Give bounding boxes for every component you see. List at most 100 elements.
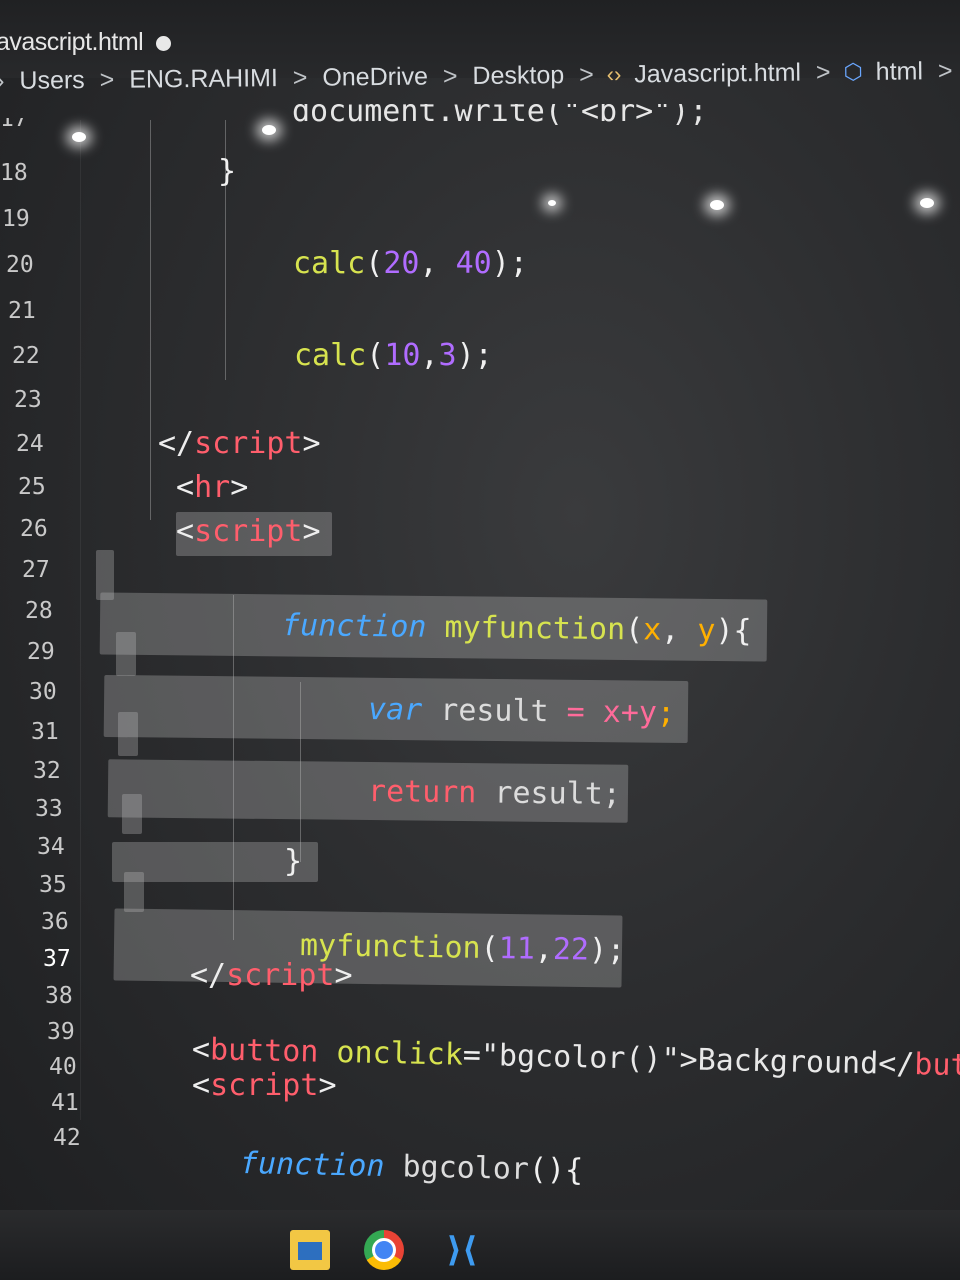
tag-bracket: < xyxy=(191,1032,211,1068)
breadcrumb-html[interactable]: html xyxy=(876,57,924,86)
line-number: 38 xyxy=(45,983,73,1009)
indent-guide xyxy=(150,120,151,520)
line-number: 42 xyxy=(53,1125,81,1151)
expression: x+y xyxy=(602,694,658,731)
keyword: return xyxy=(367,774,477,811)
taskbar: ⟩⟨ xyxy=(0,1210,960,1280)
code-line-17: document.write("<br>"); xyxy=(292,94,708,129)
number-literal: 10 xyxy=(384,338,421,373)
breadcrumb-user[interactable]: ENG.RAHIMI xyxy=(129,64,278,95)
selection-highlight xyxy=(116,632,136,676)
tag-name: hr xyxy=(194,470,231,505)
line-number: 40 xyxy=(49,1054,77,1080)
tag-bracket: </ xyxy=(190,958,227,993)
tag-name: script xyxy=(194,426,303,461)
breadcrumb-desktop[interactable]: Desktop xyxy=(472,61,564,91)
chevron-right-icon: > xyxy=(937,56,953,86)
chevron-right-icon: > xyxy=(578,60,594,89)
punctuation: ( xyxy=(366,338,385,373)
code-line-42: function bgcolor(){ xyxy=(240,1146,584,1188)
code-line-34: } xyxy=(284,844,303,879)
tag-name: button xyxy=(209,1032,319,1070)
punctuation: ); xyxy=(588,932,626,969)
tag-bracket: > xyxy=(230,470,249,505)
punctuation: ; xyxy=(656,695,676,731)
line-number: 21 xyxy=(8,298,36,324)
unsaved-dot-icon[interactable] xyxy=(156,36,171,51)
line-number: 35 xyxy=(39,872,67,898)
operator: = xyxy=(566,694,585,730)
code-editor[interactable]: 17 18 19 20 21 22 23 24 25 26 27 28 29 3… xyxy=(0,100,960,1210)
chevron-right-icon: > xyxy=(99,65,115,94)
punctuation: , xyxy=(420,338,439,373)
line-number: 31 xyxy=(31,719,59,745)
tag-bracket: < xyxy=(192,1068,211,1103)
code-line-20: calc(20, 40); xyxy=(293,246,528,281)
tag-name: script xyxy=(210,1068,319,1103)
punctuation: ( xyxy=(480,930,499,967)
code-line-18: } xyxy=(218,154,237,189)
breadcrumb-onedrive[interactable]: OneDrive xyxy=(322,62,428,92)
punctuation: , xyxy=(661,612,698,649)
light-reflection xyxy=(72,132,86,142)
number-literal: 20 xyxy=(383,246,420,281)
code-line-40: <script> xyxy=(192,1068,337,1103)
number-literal: 11 xyxy=(498,931,536,967)
punctuation: ){ xyxy=(715,613,752,649)
code-line-22: calc(10,3); xyxy=(294,338,493,373)
punctuation: ( xyxy=(365,246,384,281)
code-line-24: </script> xyxy=(158,426,321,461)
line-number: 19 xyxy=(2,206,30,232)
chevron-right-icon: › xyxy=(0,66,5,95)
light-reflection xyxy=(710,200,724,210)
breadcrumb-file[interactable]: Javascript.html xyxy=(634,59,801,90)
line-number: 27 xyxy=(22,557,50,583)
light-reflection xyxy=(548,200,556,206)
line-number: 22 xyxy=(12,343,40,369)
function-call: calc xyxy=(293,246,366,281)
breadcrumb-users[interactable]: Users xyxy=(19,66,85,96)
file-explorer-icon[interactable] xyxy=(290,1230,330,1270)
line-number: 25 xyxy=(18,474,46,500)
line-number: 29 xyxy=(27,639,55,665)
keyword: var xyxy=(367,692,423,728)
chrome-icon[interactable] xyxy=(364,1230,404,1270)
selection-highlight xyxy=(122,794,142,834)
light-reflection xyxy=(262,125,276,135)
line-number: 36 xyxy=(41,909,69,935)
tag-bracket: < xyxy=(176,514,195,549)
attribute-name: onclick xyxy=(336,1035,464,1073)
code-text: document.write("<br>"); xyxy=(292,94,708,129)
selection-highlight xyxy=(124,872,144,912)
tag-name: script xyxy=(194,514,303,549)
chevron-right-icon: > xyxy=(442,62,458,91)
number-literal: 3 xyxy=(438,338,457,373)
function-name: myfunction xyxy=(444,609,626,648)
line-number: 34 xyxy=(37,834,65,860)
keyword: function xyxy=(239,1146,385,1185)
line-number: 23 xyxy=(14,387,42,413)
code-line-37: </script> xyxy=(190,958,353,993)
line-number: 30 xyxy=(29,679,57,705)
punctuation: , xyxy=(534,931,554,967)
tag-bracket: > xyxy=(318,1068,337,1103)
code-line-32: return result; xyxy=(368,774,621,812)
tag-bracket: > xyxy=(302,514,321,549)
tag-bracket: < xyxy=(176,470,195,505)
tab-title[interactable]: avascript.html xyxy=(0,28,144,57)
tag-bracket: </ xyxy=(158,426,195,461)
punctuation: (){ xyxy=(528,1152,584,1189)
punctuation: , xyxy=(419,246,456,281)
tag-name: script xyxy=(226,958,335,993)
light-reflection xyxy=(920,198,934,208)
vscode-icon[interactable]: ⟩⟨ xyxy=(442,1230,482,1270)
number-literal: 40 xyxy=(455,246,492,281)
punctuation: = xyxy=(462,1037,482,1074)
number-literal: 22 xyxy=(552,931,590,968)
attribute-value: "bgcolor()" xyxy=(480,1038,680,1078)
line-number: 26 xyxy=(20,516,48,542)
indent-guide xyxy=(80,120,81,1120)
code-line-30: var result = x+y; xyxy=(368,692,675,731)
html-file-icon: ‹› xyxy=(606,61,622,88)
line-number: 18 xyxy=(0,160,28,186)
